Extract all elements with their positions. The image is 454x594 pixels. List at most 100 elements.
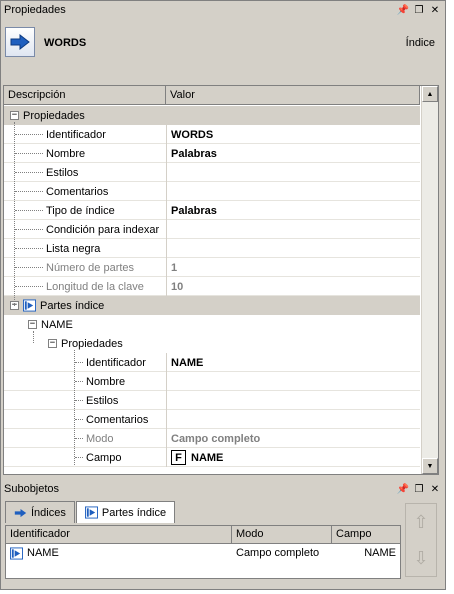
part-section-propiedades[interactable]: − Propiedades <box>4 334 420 353</box>
tree-connector <box>75 400 83 401</box>
property-value[interactable]: Palabras <box>166 201 420 220</box>
close-icon[interactable]: ✕ <box>428 482 442 496</box>
subobjects-title: Subobjetos <box>4 483 60 495</box>
property-label: Lista negra <box>46 242 101 255</box>
column-description[interactable]: Descripción <box>4 86 166 104</box>
float-icon[interactable]: ❐ <box>412 482 426 496</box>
property-row[interactable]: Campo F NAME <box>4 448 420 467</box>
tab-label: Índices <box>31 506 66 519</box>
property-row[interactable]: Modo Campo completo <box>4 429 420 448</box>
property-value[interactable] <box>166 372 420 391</box>
property-row[interactable]: Tipo de índice Palabras <box>4 201 420 220</box>
collapse-icon[interactable]: − <box>48 339 57 348</box>
cell-modo: Campo completo <box>236 547 320 559</box>
property-row[interactable]: Estilos <box>4 163 420 182</box>
titlebar-buttons: 📌 ❐ ✕ <box>396 3 445 17</box>
property-row[interactable]: Comentarios <box>4 410 420 429</box>
index-part-icon <box>23 299 36 312</box>
tree-connector <box>75 457 83 458</box>
collapse-icon[interactable]: − <box>28 320 37 329</box>
property-value[interactable] <box>166 239 420 258</box>
property-value[interactable]: Palabras <box>166 144 420 163</box>
property-value[interactable]: Campo completo <box>166 429 420 448</box>
tree-line <box>33 331 34 343</box>
property-label: Nombre <box>46 147 86 160</box>
section-partes-indice[interactable]: − Partes índice <box>4 296 420 315</box>
column-campo[interactable]: Campo <box>332 526 400 543</box>
property-label: Identificador <box>86 356 146 369</box>
tree-connector <box>75 381 83 382</box>
property-value[interactable] <box>166 163 420 182</box>
column-value[interactable]: Valor <box>166 86 420 104</box>
move-up-icon[interactable]: ⇧ <box>413 512 428 533</box>
property-row[interactable]: Identificador WORDS <box>4 125 420 144</box>
list-item[interactable]: NAME Campo completo NAME <box>6 544 400 562</box>
collapse-icon[interactable]: − <box>10 111 19 120</box>
property-label: Comentarios <box>46 185 109 198</box>
section-label: Propiedades <box>61 337 123 350</box>
property-label: Longitud de la clave <box>46 280 144 293</box>
tree-connector <box>15 191 43 192</box>
property-row[interactable]: Número de partes 1 <box>4 258 420 277</box>
tree-connector <box>15 134 43 135</box>
property-value[interactable]: 10 <box>166 277 420 296</box>
list-header: Identificador Modo Campo <box>6 526 400 544</box>
index-icon <box>14 506 27 519</box>
property-label: Estilos <box>46 166 79 179</box>
grid-scrollbar[interactable]: ▲ ▼ <box>421 86 438 474</box>
field-icon: F <box>171 450 186 465</box>
property-label: Comentarios <box>86 413 149 426</box>
tab-partes-indice[interactable]: Partes índice <box>75 501 176 523</box>
index-part-icon <box>10 546 23 560</box>
property-value[interactable] <box>166 182 420 201</box>
scroll-up-icon[interactable]: ▲ <box>422 86 438 102</box>
property-label: Modo <box>86 432 114 445</box>
pin-icon[interactable]: 📌 <box>396 3 410 17</box>
scroll-down-icon[interactable]: ▼ <box>422 458 438 474</box>
property-row[interactable]: Identificador NAME <box>4 353 420 372</box>
subobjects-list[interactable]: Identificador Modo Campo NAME Campo comp… <box>5 525 401 579</box>
property-value[interactable] <box>166 410 420 429</box>
tree-line <box>74 350 75 465</box>
property-value[interactable]: F NAME <box>166 448 420 467</box>
subobjects-tabs: Índices Partes índice <box>5 501 176 523</box>
section-propiedades[interactable]: − Propiedades <box>4 106 420 125</box>
field-value: NAME <box>191 451 224 464</box>
column-identificador[interactable]: Identificador <box>6 526 232 543</box>
close-icon[interactable]: ✕ <box>428 3 442 17</box>
property-row[interactable]: Longitud de la clave 10 <box>4 277 420 296</box>
tree-connector <box>15 267 43 268</box>
property-label: Nombre <box>86 375 126 388</box>
property-value[interactable]: NAME <box>166 353 420 372</box>
part-node[interactable]: − NAME <box>4 315 420 334</box>
property-label: Identificador <box>46 128 106 141</box>
tree-connector <box>75 419 83 420</box>
property-value[interactable]: 1 <box>166 258 420 277</box>
property-value[interactable] <box>166 220 420 239</box>
property-row[interactable]: Nombre <box>4 372 420 391</box>
float-icon[interactable]: ❐ <box>412 3 426 17</box>
property-value[interactable]: WORDS <box>166 125 420 144</box>
grid-header: Descripción Valor <box>4 86 420 105</box>
tab-indices[interactable]: Índices <box>5 501 75 523</box>
column-modo[interactable]: Modo <box>232 526 332 543</box>
tree-connector <box>15 248 43 249</box>
property-row[interactable]: Comentarios <box>4 182 420 201</box>
tree-connector <box>15 229 43 230</box>
pin-icon[interactable]: 📌 <box>396 482 410 496</box>
tab-label: Partes índice <box>101 506 167 519</box>
property-value[interactable] <box>166 391 420 410</box>
property-row[interactable]: Lista negra <box>4 239 420 258</box>
cell-campo: NAME <box>364 547 396 559</box>
tree-connector <box>15 172 43 173</box>
property-label: Estilos <box>86 394 119 407</box>
property-grid[interactable]: Descripción Valor − Propiedades Identifi… <box>3 85 439 475</box>
tree-line <box>14 122 15 306</box>
section-label: Partes índice <box>40 299 105 312</box>
move-down-icon[interactable]: ⇩ <box>413 548 428 569</box>
property-row[interactable]: Estilos <box>4 391 420 410</box>
property-label: Campo <box>86 451 122 464</box>
property-row[interactable]: Nombre Palabras <box>4 144 420 163</box>
property-row[interactable]: Condición para indexar <box>4 220 420 239</box>
properties-window: Propiedades 📌 ❐ ✕ WORDS Índice Descripci… <box>0 0 446 590</box>
